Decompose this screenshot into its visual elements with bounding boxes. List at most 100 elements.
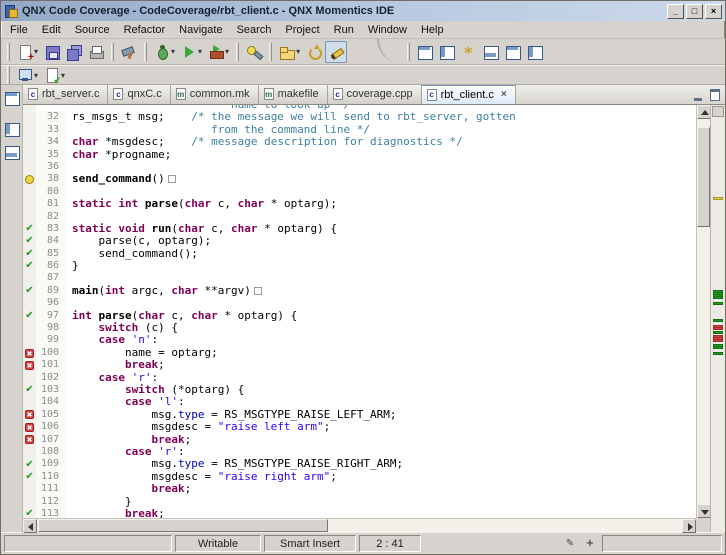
error-marker-icon[interactable] bbox=[25, 410, 34, 419]
close-button[interactable]: × bbox=[705, 4, 722, 19]
new-wizard-button[interactable]: ▾ bbox=[14, 41, 41, 63]
code-editor[interactable]: name to look up */32rs_msgs_t msg; /* th… bbox=[23, 105, 696, 518]
check-marker-icon[interactable] bbox=[25, 224, 33, 234]
collapsed-code-icon[interactable] bbox=[254, 287, 262, 295]
tab-makefile[interactable]: mmakefile bbox=[259, 85, 328, 104]
coverage-status-icon[interactable]: + bbox=[581, 536, 599, 552]
menu-help[interactable]: Help bbox=[414, 22, 451, 38]
menu-navigate[interactable]: Navigate bbox=[172, 22, 229, 38]
external-tools-button[interactable]: ▾ bbox=[205, 41, 232, 63]
scroll-up-button[interactable] bbox=[697, 105, 711, 119]
overview-bookmark-mark[interactable] bbox=[713, 197, 723, 200]
projects-view-shortcut[interactable] bbox=[2, 119, 22, 139]
menu-file[interactable]: File bbox=[3, 22, 35, 38]
minimize-view-button[interactable] bbox=[692, 91, 705, 102]
check-marker-icon[interactable] bbox=[25, 249, 33, 259]
check-marker-icon[interactable] bbox=[25, 385, 33, 395]
open-coverage-session-button[interactable]: ▾ bbox=[276, 41, 303, 63]
error-marker-icon[interactable] bbox=[25, 435, 34, 444]
check-marker-icon[interactable] bbox=[25, 261, 33, 271]
tab-rbt_server.c[interactable]: crbt_server.c bbox=[23, 85, 108, 104]
overview-ruler[interactable] bbox=[710, 105, 725, 532]
console-view-shortcut[interactable] bbox=[2, 142, 22, 162]
editor-area-shortcut[interactable] bbox=[2, 88, 22, 108]
marker-gutter[interactable] bbox=[23, 421, 36, 433]
marker-gutter[interactable] bbox=[23, 396, 36, 408]
marker-gutter[interactable] bbox=[23, 198, 36, 210]
marker-gutter[interactable] bbox=[23, 136, 36, 148]
build-all-button[interactable] bbox=[118, 41, 140, 63]
title-bar[interactable]: QNX Code Coverage - CodeCoverage/rbt_cli… bbox=[1, 1, 725, 21]
marker-gutter[interactable] bbox=[23, 124, 36, 136]
scroll-left-button[interactable] bbox=[23, 519, 37, 533]
overview-error-mark[interactable] bbox=[713, 327, 723, 330]
overview-check-mark[interactable] bbox=[713, 352, 723, 355]
maximize-view-button[interactable] bbox=[708, 91, 721, 102]
check-marker-icon[interactable] bbox=[25, 460, 33, 470]
marker-gutter[interactable] bbox=[23, 434, 36, 446]
marker-gutter[interactable] bbox=[23, 272, 36, 284]
marker-gutter[interactable] bbox=[23, 347, 36, 359]
tab-common.mk[interactable]: mcommon.mk bbox=[171, 85, 259, 104]
save-button[interactable] bbox=[41, 41, 63, 63]
target-navigator-button[interactable]: ▾ bbox=[14, 64, 41, 86]
marker-gutter[interactable] bbox=[23, 384, 36, 396]
check-marker-icon[interactable] bbox=[25, 286, 33, 296]
check-marker-icon[interactable] bbox=[25, 311, 33, 321]
minimize-button[interactable]: _ bbox=[667, 4, 684, 19]
dropdown-arrow-icon[interactable]: ▾ bbox=[61, 71, 65, 80]
print-button[interactable] bbox=[85, 41, 107, 63]
collapsed-code-icon[interactable] bbox=[168, 175, 176, 183]
horizontal-scroll-thumb[interactable] bbox=[38, 519, 328, 532]
marker-gutter[interactable] bbox=[23, 334, 36, 346]
marker-gutter[interactable] bbox=[23, 458, 36, 470]
marker-gutter[interactable] bbox=[23, 483, 36, 495]
refresh-coverage-button[interactable] bbox=[303, 41, 325, 63]
edit-status-icon[interactable]: ✎ bbox=[561, 536, 579, 552]
menu-project[interactable]: Project bbox=[278, 22, 326, 38]
menu-search[interactable]: Search bbox=[230, 22, 279, 38]
marker-gutter[interactable] bbox=[23, 111, 36, 123]
marker-gutter[interactable] bbox=[23, 446, 36, 458]
marker-gutter[interactable] bbox=[23, 471, 36, 483]
marker-gutter[interactable] bbox=[23, 223, 36, 235]
close-tab-icon[interactable]: × bbox=[501, 90, 507, 100]
dropdown-arrow-icon[interactable]: ▾ bbox=[225, 47, 229, 56]
marker-gutter[interactable] bbox=[23, 149, 36, 161]
menu-run[interactable]: Run bbox=[327, 22, 361, 38]
marker-gutter[interactable] bbox=[23, 211, 36, 223]
marker-gutter[interactable] bbox=[23, 359, 36, 371]
overview-check-mark[interactable] bbox=[713, 302, 723, 305]
search-button[interactable] bbox=[243, 41, 265, 63]
save-all-button[interactable] bbox=[63, 41, 85, 63]
new-coverage-session-button[interactable] bbox=[458, 41, 480, 63]
dropdown-arrow-icon[interactable]: ▾ bbox=[198, 47, 202, 56]
menu-refactor[interactable]: Refactor bbox=[117, 22, 173, 38]
error-marker-icon[interactable] bbox=[25, 349, 34, 358]
marker-gutter[interactable] bbox=[23, 248, 36, 260]
run-button[interactable]: ▾ bbox=[178, 41, 205, 63]
dropdown-arrow-icon[interactable]: ▾ bbox=[171, 47, 175, 56]
overview-error-mark[interactable] bbox=[713, 339, 723, 342]
marker-gutter[interactable] bbox=[23, 173, 36, 185]
overview-ruler-header[interactable] bbox=[712, 106, 724, 117]
marker-gutter[interactable] bbox=[23, 186, 36, 198]
dropdown-arrow-icon[interactable]: ▾ bbox=[34, 47, 38, 56]
check-marker-icon[interactable] bbox=[25, 509, 33, 518]
maximize-button[interactable]: □ bbox=[686, 4, 703, 19]
tab-rbt_client.c[interactable]: crbt_client.c× bbox=[422, 85, 516, 104]
marker-gutter[interactable] bbox=[23, 260, 36, 272]
menu-window[interactable]: Window bbox=[361, 22, 414, 38]
horizontal-scrollbar[interactable] bbox=[23, 518, 696, 532]
overview-check-mark[interactable] bbox=[713, 346, 723, 349]
debug-button[interactable]: ▾ bbox=[151, 41, 178, 63]
tab-coverage.cpp[interactable]: ccoverage.cpp bbox=[328, 85, 422, 104]
dropdown-arrow-icon[interactable]: ▾ bbox=[34, 71, 38, 80]
marker-gutter[interactable] bbox=[23, 508, 36, 518]
show-coverage-report-button[interactable] bbox=[436, 41, 458, 63]
overview-check-mark[interactable] bbox=[713, 296, 723, 299]
bookmark-marker-icon[interactable] bbox=[25, 175, 34, 184]
marker-gutter[interactable] bbox=[23, 285, 36, 297]
overview-check-mark[interactable] bbox=[713, 319, 723, 322]
menu-source[interactable]: Source bbox=[68, 22, 117, 38]
